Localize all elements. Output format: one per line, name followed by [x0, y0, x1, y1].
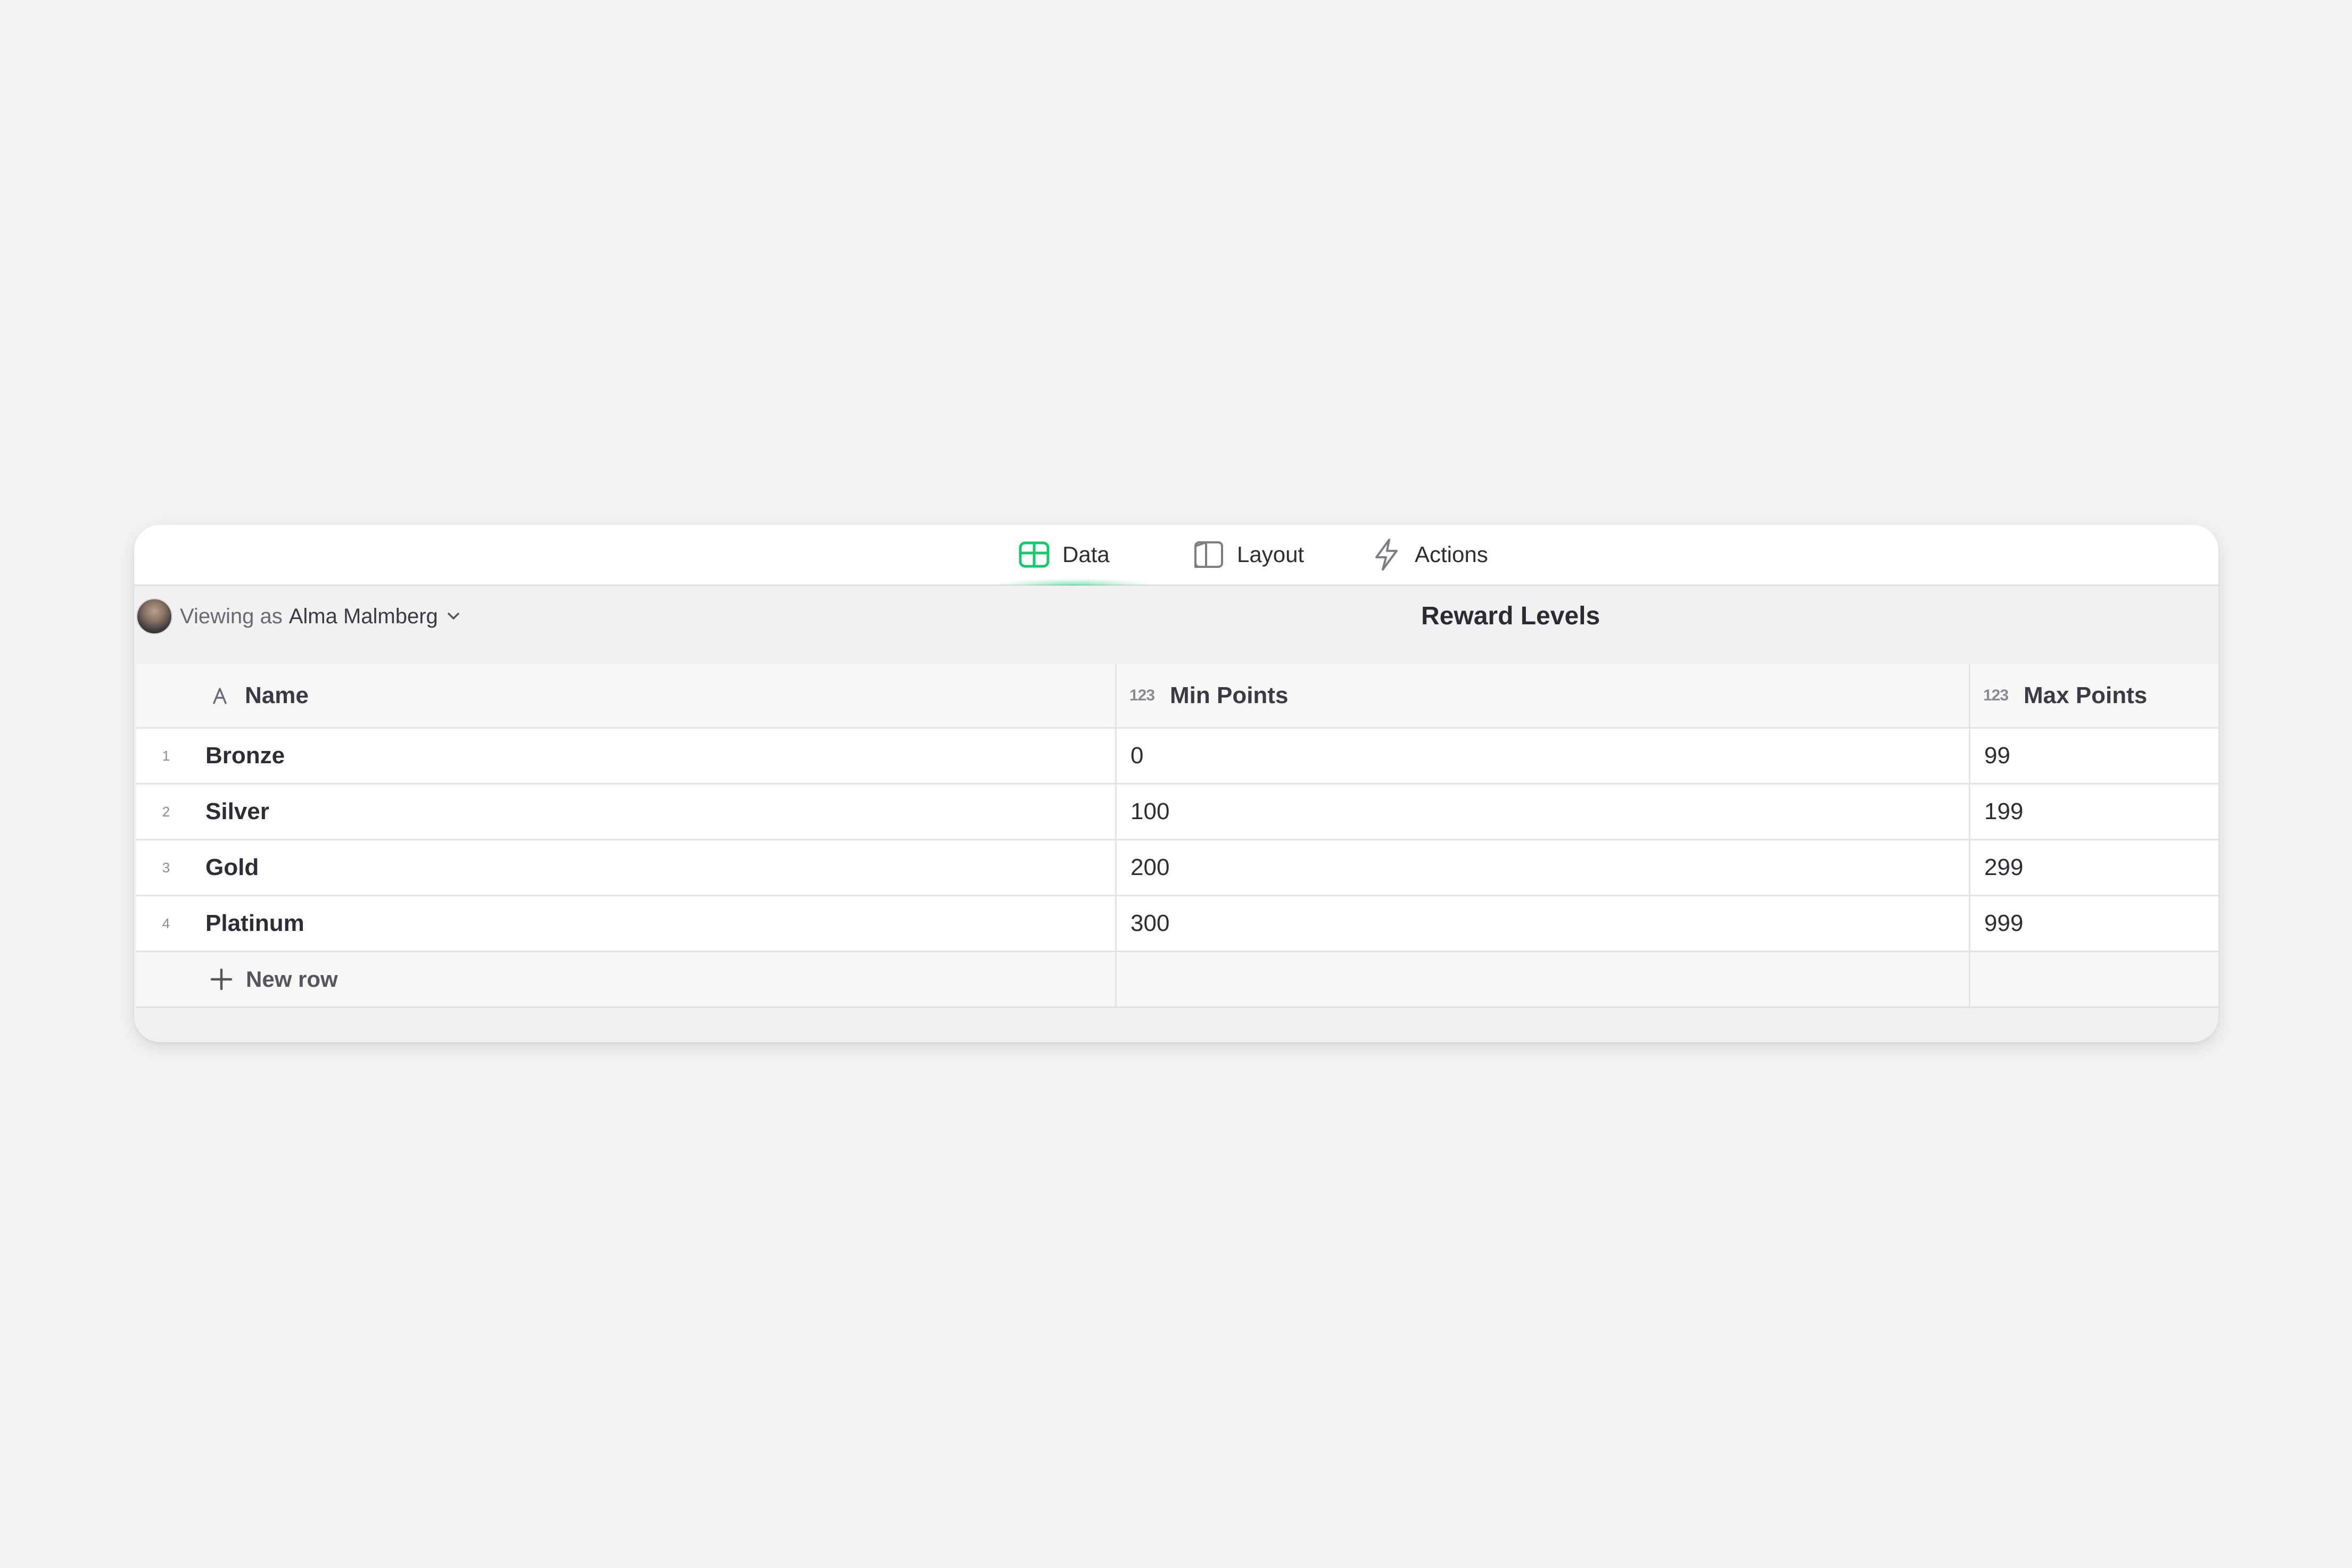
row-number: 2 — [162, 803, 170, 820]
avatar — [136, 598, 172, 634]
name-value: Silver — [205, 798, 269, 824]
viewing-as-label: Viewing as — [180, 604, 283, 628]
name-cell[interactable]: 4 Platinum — [136, 896, 1117, 951]
name-value: Gold — [205, 854, 259, 880]
name-cell[interactable]: 2 Silver — [136, 785, 1117, 839]
max-points-value: 299 — [1984, 854, 2024, 880]
active-tab-indicator — [991, 578, 1156, 585]
max-points-value: 99 — [1984, 742, 2010, 769]
new-row-empty-cell — [1117, 952, 1970, 1006]
tab-actions[interactable]: Actions — [1370, 525, 1488, 584]
min-points-cell[interactable]: 100 — [1117, 785, 1970, 839]
new-row-button[interactable]: New row — [136, 952, 1117, 1006]
min-points-value: 300 — [1130, 910, 1170, 936]
new-row: New row — [136, 952, 2218, 1008]
column-header-min-points[interactable]: 123 Min Points — [1117, 664, 1970, 727]
number-type-icon: 123 — [1983, 687, 2009, 704]
viewing-as-selector[interactable]: Viewing as Alma Malmberg — [136, 598, 461, 635]
viewer-bar: Viewing as Alma Malmberg Reward Levels — [134, 586, 2218, 661]
plus-icon — [209, 967, 234, 992]
app-card: Data Layout Actions Viewing as Alma Malm… — [134, 525, 2218, 1042]
name-value: Platinum — [205, 910, 304, 936]
min-points-value: 0 — [1130, 742, 1144, 769]
row-number: 4 — [162, 915, 170, 931]
max-points-value: 199 — [1984, 798, 2024, 824]
name-cell[interactable]: 1 Bronze — [136, 729, 1117, 783]
table-title: Reward Levels — [1421, 602, 1600, 630]
lightning-icon — [1370, 538, 1403, 571]
min-points-cell[interactable]: 300 — [1117, 896, 1970, 951]
column-header-name[interactable]: Name — [136, 664, 1117, 727]
min-points-cell[interactable]: 0 — [1117, 729, 1970, 783]
table-row[interactable]: 1 Bronze 0 99 — [136, 729, 2218, 785]
row-number: 3 — [162, 859, 170, 876]
table-icon — [1018, 538, 1051, 571]
column-header-max-points-label: Max Points — [2024, 682, 2148, 708]
tab-layout-label: Layout — [1237, 542, 1305, 567]
max-points-cell[interactable]: 999 — [1970, 896, 2218, 951]
name-cell[interactable]: 3 Gold — [136, 840, 1117, 895]
min-points-value: 200 — [1130, 854, 1170, 880]
max-points-value: 999 — [1984, 910, 2024, 936]
tab-bar: Data Layout Actions — [134, 525, 2218, 586]
new-row-label: New row — [246, 967, 338, 992]
table-row[interactable]: 4 Platinum 300 999 — [136, 896, 2218, 952]
max-points-cell[interactable]: 99 — [1970, 729, 2218, 783]
max-points-cell[interactable]: 299 — [1970, 840, 2218, 895]
number-type-icon: 123 — [1129, 687, 1155, 704]
chevron-down-icon — [445, 608, 461, 624]
row-number: 1 — [162, 747, 170, 764]
tab-layout[interactable]: Layout — [1192, 525, 1304, 584]
name-value: Bronze — [205, 742, 285, 769]
min-points-value: 100 — [1130, 798, 1170, 824]
column-header-max-points[interactable]: 123 Max Points — [1970, 664, 2218, 727]
table-row[interactable]: 2 Silver 100 199 — [136, 785, 2218, 840]
min-points-cell[interactable]: 200 — [1117, 840, 1970, 895]
column-header-name-label: Name — [245, 682, 309, 708]
max-points-cell[interactable]: 199 — [1970, 785, 2218, 839]
tab-data-label: Data — [1062, 542, 1110, 567]
table-row[interactable]: 3 Gold 200 299 — [136, 840, 2218, 896]
table-header-row: Name 123 Min Points 123 Max Points — [136, 664, 2218, 729]
column-header-min-points-label: Min Points — [1170, 682, 1289, 708]
text-type-icon — [211, 685, 229, 706]
tab-data[interactable]: Data — [1018, 525, 1110, 584]
new-row-empty-cell — [1970, 952, 2218, 1006]
tab-actions-label: Actions — [1415, 542, 1488, 567]
viewer-name: Alma Malmberg — [288, 604, 438, 628]
data-table: Name 123 Min Points 123 Max Points 1 Bro… — [136, 664, 2218, 1008]
layout-icon — [1192, 538, 1225, 571]
